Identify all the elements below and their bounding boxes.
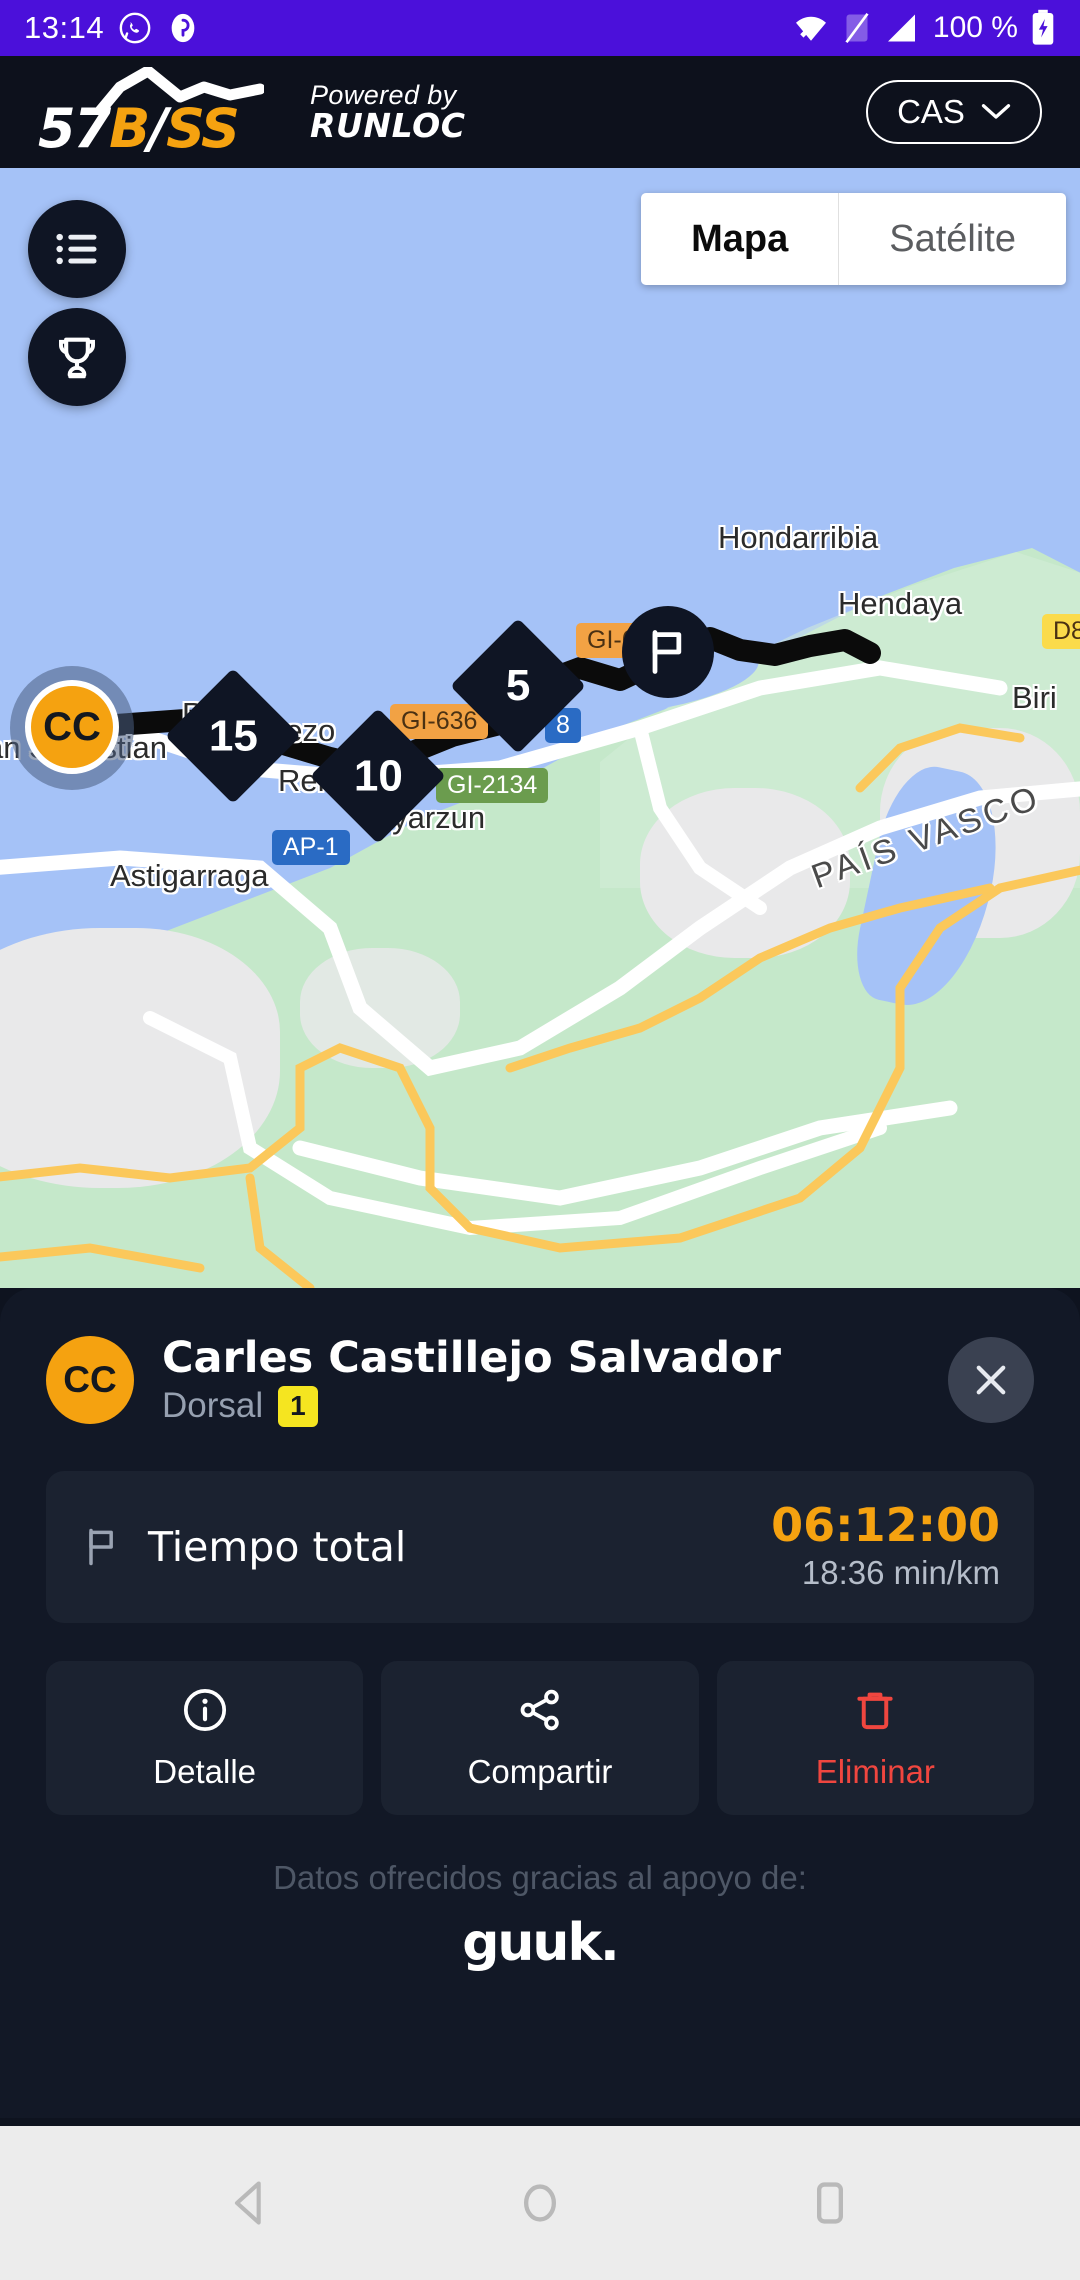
action-buttons: Detalle Compartir Eliminar [46, 1660, 1034, 1815]
status-bar: 13:14 100 % [0, 0, 1080, 56]
back-icon [234, 2181, 261, 2225]
map-view[interactable]: Hondarribia Hendaya Lezo Renter Oyarzun … [0, 168, 1080, 1288]
close-button[interactable] [948, 1337, 1034, 1424]
recents-button[interactable] [785, 2158, 875, 2248]
map-label-hendaya: Hendaya [838, 586, 963, 621]
avatar: CC [46, 1336, 134, 1425]
share-icon [520, 1689, 559, 1730]
signal-icon [887, 14, 915, 42]
athlete-detail-sheet: CC Carles Castillejo Salvador Dorsal 1 T… [0, 1288, 1080, 2118]
brand-logo: 57B/SS [38, 62, 288, 162]
runner-marker[interactable]: CC [25, 680, 119, 774]
total-time-card: Tiempo total 06:12:00 18:36 min/km [46, 1470, 1034, 1623]
brand-ss: SS [166, 97, 240, 160]
powered-by-label: Powered by [310, 79, 457, 110]
list-button[interactable] [28, 200, 126, 298]
km-marker-label: 15 [208, 710, 258, 760]
trophy-icon [59, 337, 95, 379]
battery-percent: 100 % [932, 11, 1018, 44]
km-marker-label: 5 [505, 660, 531, 710]
home-icon [523, 2184, 557, 2222]
status-bar-left: 13:14 [24, 10, 200, 46]
trophy-button[interactable] [28, 308, 126, 406]
brand-57: 57 [38, 97, 111, 160]
info-icon [183, 1688, 226, 1731]
km-marker-label: 10 [353, 750, 403, 800]
sheet-header: CC Carles Castillejo Salvador Dorsal 1 [46, 1334, 1034, 1427]
eliminar-label: Eliminar [815, 1752, 935, 1790]
recents-icon [817, 2182, 843, 2224]
brand-wordmark: 57B/SS [38, 102, 240, 156]
flag-icon [652, 630, 682, 674]
athlete-info: Carles Castillejo Salvador Dorsal 1 [162, 1334, 781, 1427]
map-label-astigarraga: Astigarraga [110, 858, 269, 893]
runloc-wordmark: RUNLOC [310, 105, 466, 145]
bib-number: 1 [278, 1386, 318, 1427]
chevron-down-icon [981, 104, 1011, 119]
finish-marker[interactable] [622, 606, 714, 698]
detalle-button[interactable]: Detalle [46, 1660, 364, 1815]
total-time-left: Tiempo total [80, 1523, 406, 1571]
home-button[interactable] [495, 2158, 585, 2248]
athlete-name: Carles Castillejo Salvador [162, 1333, 781, 1383]
map-label-hondarribia: Hondarribia [718, 520, 879, 555]
status-bar-right: 100 % [793, 9, 1056, 47]
total-time-label: Tiempo total [148, 1522, 407, 1571]
sponsor-section: Datos ofrecidos gracias al apoyo de: guu… [46, 1859, 1034, 1973]
brand-slash: / [148, 97, 168, 160]
brand-b: B [109, 97, 150, 160]
total-time-right: 06:12:00 18:36 min/km [771, 1497, 1000, 1593]
athlete-bib-row: Dorsal 1 [162, 1386, 781, 1427]
bib-label: Dorsal [162, 1386, 264, 1426]
whatsapp-icon [119, 12, 151, 44]
back-button[interactable] [205, 2158, 295, 2248]
app-header: 57B/SS Powered by RUNLOC CAS [0, 56, 1080, 168]
tab-satelite[interactable]: Satélite [839, 193, 1066, 285]
road-shield-gi2134: GI-2134 [436, 768, 549, 803]
language-value: CAS [897, 93, 965, 130]
app-icon [171, 13, 195, 43]
pace-value: 18:36 min/km [801, 1554, 1000, 1592]
map-label-biriatou: Biri [1012, 680, 1057, 715]
map-type-toggle[interactable]: Mapa Satélite [641, 193, 1066, 285]
list-icon [56, 233, 97, 265]
wifi-icon [795, 16, 826, 41]
compartir-label: Compartir [467, 1752, 613, 1790]
detalle-label: Detalle [153, 1752, 257, 1790]
total-time-value: 06:12:00 [771, 1497, 1000, 1552]
sponsor-logo: guuk. [462, 1912, 620, 1973]
sim-off-icon [845, 12, 869, 44]
status-time: 13:14 [24, 10, 105, 45]
flag-icon [89, 1528, 113, 1565]
phone-screen: 13:14 100 % 57B/SS Powered by RUNLOC CAS… [0, 0, 1080, 2280]
trash-icon [857, 1692, 893, 1729]
road-shield-d81: D81 [1042, 614, 1080, 649]
road-shield-ap1: AP-1 [272, 830, 350, 865]
battery-charging-icon [1032, 9, 1054, 45]
eliminar-button[interactable]: Eliminar [716, 1660, 1034, 1815]
runner-initials: CC [43, 704, 101, 749]
compartir-button[interactable]: Compartir [381, 1660, 699, 1815]
close-icon [976, 1365, 1006, 1395]
language-selector[interactable]: CAS [866, 80, 1042, 144]
sponsor-text: Datos ofrecidos gracias al apoyo de: [273, 1858, 807, 1896]
android-nav-bar [0, 2126, 1080, 2280]
tab-mapa[interactable]: Mapa [641, 193, 839, 285]
powered-by: Powered by RUNLOC [310, 79, 466, 145]
